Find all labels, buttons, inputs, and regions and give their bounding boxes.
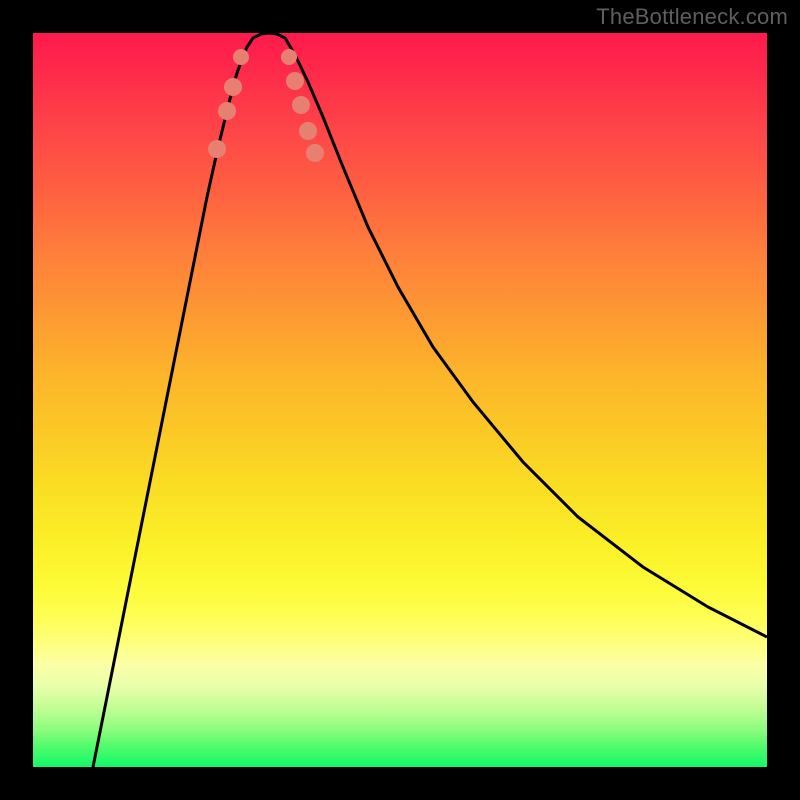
curve-marker (281, 49, 297, 65)
curve-marker (224, 78, 242, 96)
curve-svg (33, 33, 767, 767)
plot-area (33, 33, 767, 767)
curve-marker (299, 122, 317, 140)
curve-markers (208, 49, 324, 162)
watermark-text: TheBottleneck.com (596, 4, 788, 30)
chart-frame: TheBottleneck.com (0, 0, 800, 800)
curve-marker (208, 140, 226, 158)
curve-marker (218, 102, 236, 120)
bottleneck-curve (93, 33, 767, 767)
curve-marker (306, 144, 324, 162)
curve-marker (286, 72, 304, 90)
curve-marker (233, 49, 249, 65)
curve-marker (292, 96, 310, 114)
